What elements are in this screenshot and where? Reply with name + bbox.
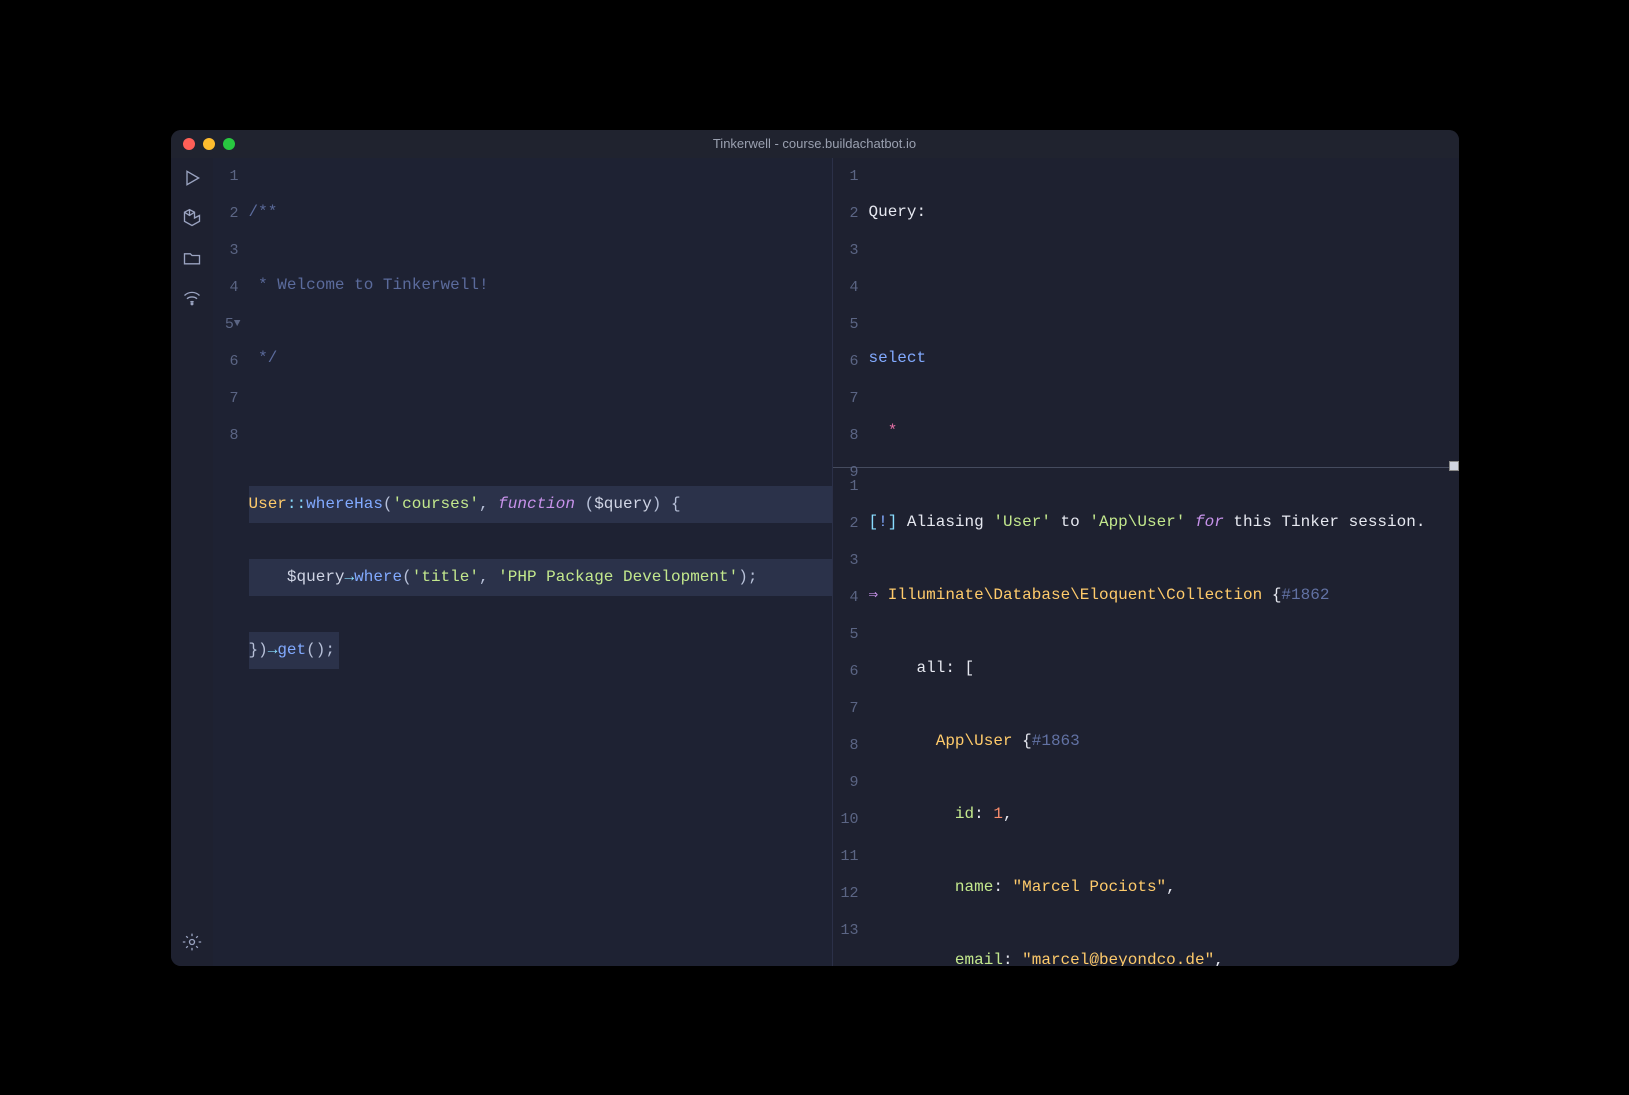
out-token: : [ bbox=[945, 659, 974, 677]
out-token: Illuminate\Database\Eloquent\Collection bbox=[888, 586, 1262, 604]
out-token: Aliasing bbox=[907, 513, 993, 531]
out-token: "marcel@beyondco.de" bbox=[1022, 951, 1214, 966]
code-token: → bbox=[345, 568, 355, 586]
out-token: : bbox=[1003, 951, 1022, 966]
out-token bbox=[869, 659, 917, 677]
editor-code[interactable]: /** * Welcome to Tinkerwell! */ User::wh… bbox=[249, 158, 832, 966]
code-token bbox=[249, 568, 287, 586]
code-token: , bbox=[479, 495, 498, 513]
out-token: for bbox=[1195, 513, 1224, 531]
code-token: ) { bbox=[652, 495, 681, 513]
output-code[interactable]: [!] Aliasing 'User' to 'App\User' for th… bbox=[869, 468, 1459, 966]
folder-icon[interactable] bbox=[182, 248, 202, 268]
code-token: * Welcome to Tinkerwell! bbox=[249, 276, 489, 294]
out-token: all bbox=[917, 659, 946, 677]
code-token: 'PHP Package Development' bbox=[498, 568, 738, 586]
out-token: ⇒ bbox=[869, 586, 888, 604]
out-token: "Marcel Pociots" bbox=[1013, 878, 1167, 896]
out-token bbox=[1185, 513, 1195, 531]
code-token: }) bbox=[249, 641, 268, 659]
code-token: $query bbox=[594, 495, 652, 513]
sidebar bbox=[171, 158, 213, 966]
out-token: : bbox=[974, 805, 993, 823]
out-token: id bbox=[955, 805, 974, 823]
out-token bbox=[869, 732, 936, 750]
right-pane: 123456789 Query: select * from `users` w… bbox=[833, 158, 1459, 966]
wifi-icon[interactable] bbox=[182, 288, 202, 308]
window-title: Tinkerwell - course.buildachatbot.io bbox=[171, 136, 1459, 151]
out-token: ! bbox=[878, 513, 888, 531]
out-token: { bbox=[1022, 732, 1032, 750]
main-body: 1 2 3 4 5▼ 6 7 8 /** * Welcome to Tinker… bbox=[171, 158, 1459, 966]
code-token: User bbox=[249, 495, 287, 513]
out-token: App\User bbox=[936, 732, 1013, 750]
code-token: function bbox=[498, 495, 575, 513]
out-token: name bbox=[955, 878, 993, 896]
code-token: (); bbox=[306, 641, 335, 659]
code-token: → bbox=[268, 641, 278, 659]
out-token bbox=[869, 805, 955, 823]
code-token: :: bbox=[287, 495, 306, 513]
code-token: ); bbox=[738, 568, 757, 586]
out-token bbox=[869, 951, 955, 966]
out-token bbox=[1013, 732, 1023, 750]
sql-code[interactable]: Query: select * from `users` where exist… bbox=[869, 158, 1459, 467]
code-token: where bbox=[354, 568, 402, 586]
code-token: whereHas bbox=[306, 495, 383, 513]
out-token: 'User' bbox=[993, 513, 1051, 531]
editor-gutter: 1 2 3 4 5▼ 6 7 8 bbox=[213, 158, 249, 966]
out-token: #1862 bbox=[1281, 586, 1329, 604]
code-token: /** bbox=[249, 203, 278, 221]
out-token: : bbox=[993, 878, 1012, 896]
out-token: #1863 bbox=[1032, 732, 1080, 750]
code-token: ( bbox=[383, 495, 393, 513]
out-token: , bbox=[1003, 805, 1013, 823]
out-token: 1 bbox=[993, 805, 1003, 823]
titlebar: Tinkerwell - course.buildachatbot.io bbox=[171, 130, 1459, 158]
code-token: $query bbox=[287, 568, 345, 586]
sql-token: select bbox=[869, 349, 927, 367]
laravel-icon[interactable] bbox=[182, 208, 202, 228]
output-pane[interactable]: 12345678910111213 [!] Aliasing 'User' to… bbox=[833, 468, 1459, 966]
output-gutter: 12345678910111213 bbox=[833, 468, 869, 966]
app-window: Tinkerwell - course.buildachatbot.io 1 2… bbox=[171, 130, 1459, 966]
out-token: 'App\User' bbox=[1089, 513, 1185, 531]
sql-token: Query: bbox=[869, 203, 927, 221]
code-token: ( bbox=[585, 495, 595, 513]
play-icon[interactable] bbox=[182, 168, 202, 188]
out-token bbox=[1262, 586, 1272, 604]
sql-token bbox=[869, 422, 888, 440]
code-token: */ bbox=[249, 349, 278, 367]
code-token: ( bbox=[402, 568, 412, 586]
fold-icon[interactable]: ▼ bbox=[234, 318, 241, 330]
out-token: ] bbox=[888, 513, 907, 531]
gear-icon[interactable] bbox=[182, 932, 202, 952]
sql-pane[interactable]: 123456789 Query: select * from `users` w… bbox=[833, 158, 1459, 468]
out-token: to bbox=[1051, 513, 1089, 531]
code-token: 'title' bbox=[412, 568, 479, 586]
out-token: this Tinker session. bbox=[1224, 513, 1426, 531]
out-token: [ bbox=[869, 513, 879, 531]
out-token: { bbox=[1272, 586, 1282, 604]
out-token: email bbox=[955, 951, 1003, 966]
code-token: get bbox=[277, 641, 306, 659]
out-token: , bbox=[1214, 951, 1224, 966]
sql-token: * bbox=[888, 422, 898, 440]
out-token bbox=[869, 878, 955, 896]
sql-gutter: 123456789 bbox=[833, 158, 869, 467]
editor-pane[interactable]: 1 2 3 4 5▼ 6 7 8 /** * Welcome to Tinker… bbox=[213, 158, 833, 966]
panes: 1 2 3 4 5▼ 6 7 8 /** * Welcome to Tinker… bbox=[213, 158, 1459, 966]
code-token bbox=[575, 495, 585, 513]
out-token: , bbox=[1166, 878, 1176, 896]
code-token: , bbox=[479, 568, 498, 586]
code-token: 'courses' bbox=[393, 495, 479, 513]
